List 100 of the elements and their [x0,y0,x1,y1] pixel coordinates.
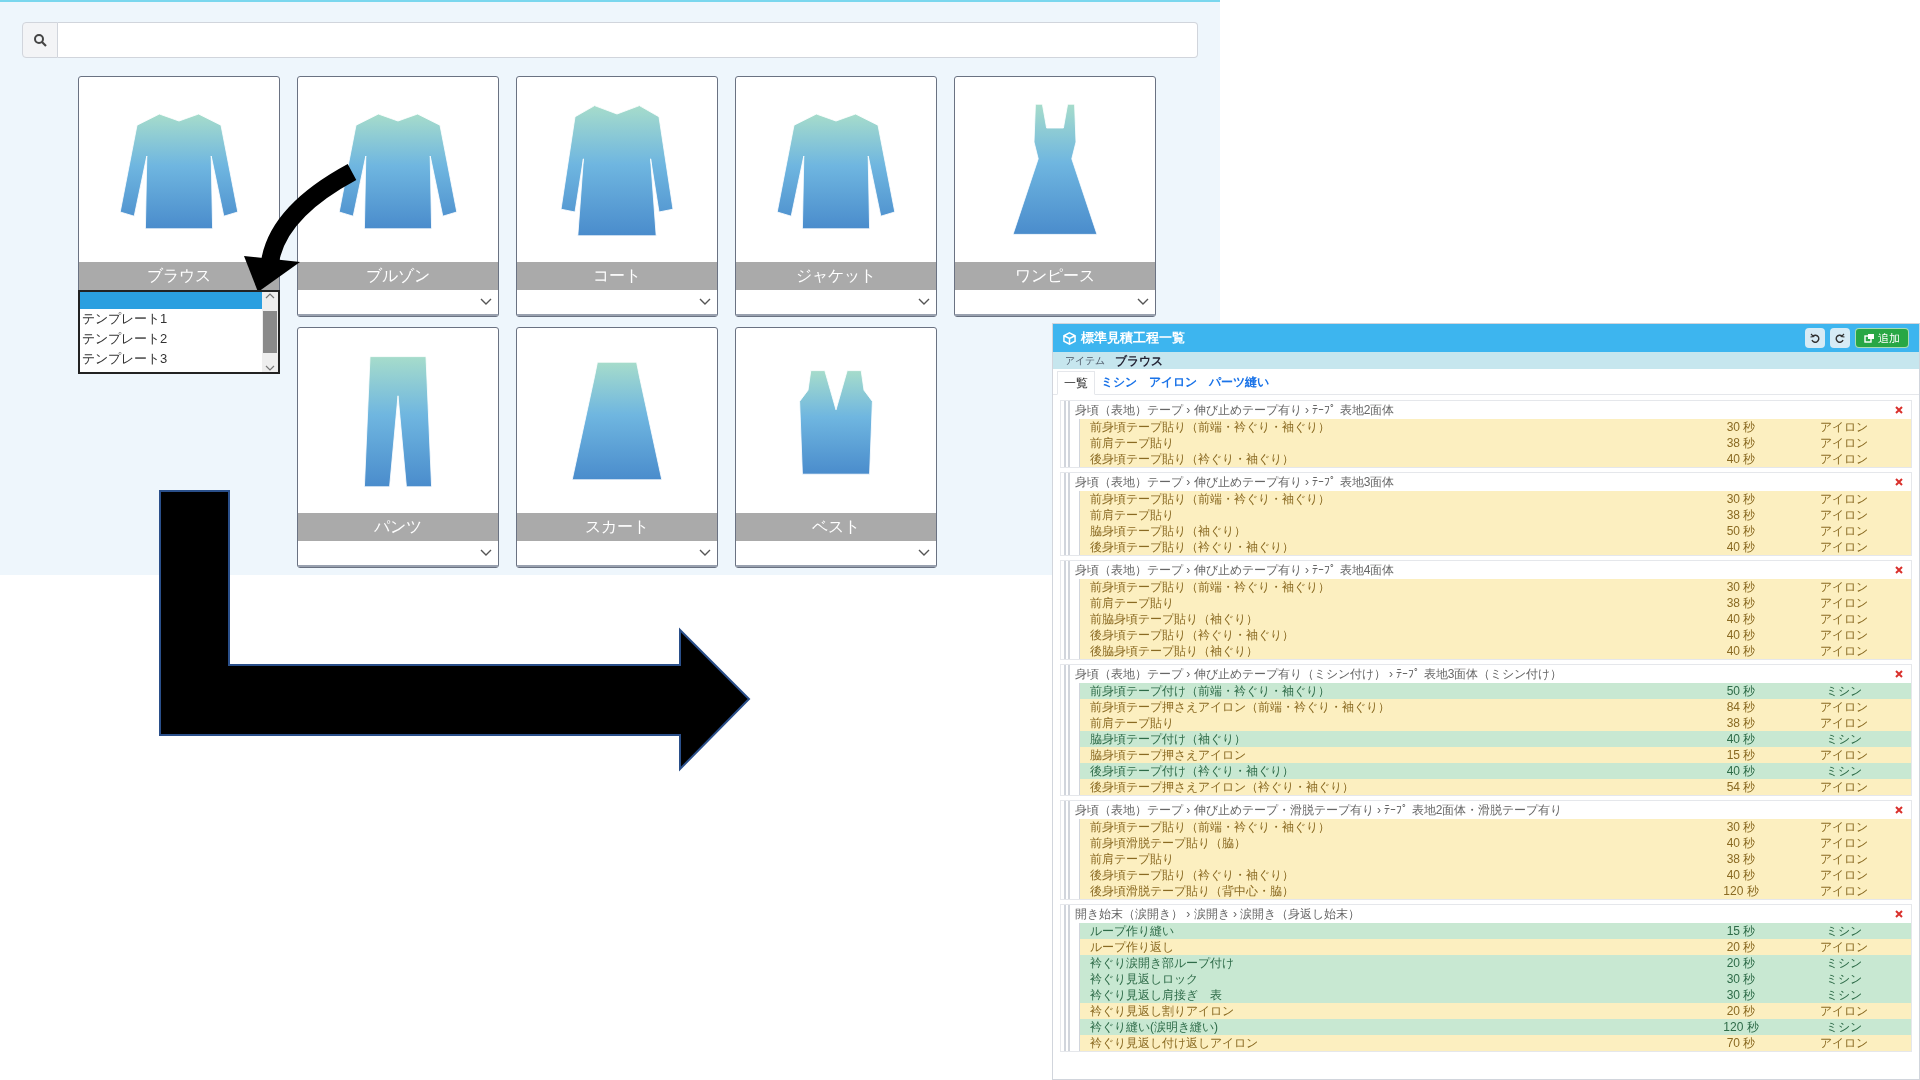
undo-button[interactable] [1805,328,1825,348]
delete-icon[interactable] [1895,478,1903,486]
process-time: 20 秒 [1725,939,1757,955]
process-method: アイロン [1818,715,1869,731]
process-row[interactable]: 後脇身頃テープ貼り（袖ぐり） 40 秒 アイロン [1080,643,1911,659]
group-path: 身頃（表地）テープ › 伸び止めテープ有り › ﾃｰﾌﾟ 表地4面体 [1075,562,1395,579]
delete-icon[interactable] [1895,566,1903,574]
process-method: アイロン [1818,699,1869,715]
process-name: 前身頃テープ貼り（前端・衿ぐり・袖ぐり） [1089,419,1331,435]
process-row[interactable]: 後身頃テープ貼り（衿ぐり・袖ぐり） 40 秒 アイロン [1080,451,1911,467]
group-path: 身頃（表地）テープ › 伸び止めテープ有り › ﾃｰﾌﾟ 表地2面体 [1075,402,1395,419]
group-path: 身頃（表地）テープ › 伸び止めテープ有り（ミシン付け） › ﾃｰﾌﾟ 表地3面体（ミシン付け） [1075,666,1563,683]
delete-icon[interactable] [1895,406,1903,414]
tab[interactable]: パーツ縫い [1203,370,1275,394]
process-row[interactable]: 前肩テープ貼り 38 秒 アイロン [1080,507,1911,523]
process-row[interactable]: 前身頃テープ貼り（前端・衿ぐり・袖ぐり） 30 秒 アイロン [1080,819,1911,835]
process-name: 脇身頃テープ貼り（袖ぐり） [1089,523,1247,539]
process-name: 衿ぐり縫い(涙明き縫い) [1089,1019,1219,1035]
redo-icon [1835,333,1845,343]
process-method: ミシン [1824,1019,1863,1035]
process-time: 40 秒 [1725,867,1757,883]
process-row[interactable]: 衿ぐり見返し付け返しアイロン 70 秒 アイロン [1080,1035,1911,1051]
copy-icon [1864,333,1875,343]
garment-label: ベスト [736,513,936,541]
process-row[interactable]: 脇身頃テープ貼り（袖ぐり） 50 秒 アイロン [1080,523,1911,539]
process-row[interactable]: 衿ぐり涙開き部ループ付け 20 秒 ミシン [1080,955,1911,971]
process-time: 40 秒 [1725,627,1757,643]
process-method: ミシン [1824,683,1863,699]
process-method: アイロン [1818,451,1869,467]
process-time: 54 秒 [1725,779,1757,795]
process-name: 衿ぐり見返し付け返しアイロン [1089,1035,1259,1051]
scrollbar[interactable] [262,292,278,372]
process-row[interactable]: ループ作り返し 20 秒 アイロン [1080,939,1911,955]
process-method: アイロン [1818,595,1869,611]
group-path: 身頃（表地）テープ › 伸び止めテープ・滑脱テープ有り › ﾃｰﾌﾟ 表地2面体・滑脱テープ有り [1075,802,1563,819]
process-method: アイロン [1818,747,1869,763]
process-row[interactable]: 後身頃テープ貼り（衿ぐり・袖ぐり） 40 秒 アイロン [1080,627,1911,643]
process-row[interactable]: 後身頃テープ付け（衿ぐり・袖ぐり） 40 秒 ミシン [1080,763,1911,779]
add-button[interactable]: 追加 [1855,328,1909,348]
process-name: 後身頃テープ押さえアイロン（衿ぐり・袖ぐり） [1089,779,1355,795]
scroll-up-icon [265,292,275,300]
process-row[interactable]: 前身頃テープ貼り（前端・衿ぐり・袖ぐり） 30 秒 アイロン [1080,491,1911,507]
process-name: 前身頃滑脱テープ貼り（脇） [1089,835,1247,851]
tab[interactable]: ミシン [1095,370,1143,394]
template-option[interactable]: テンプレート3 [80,349,262,369]
process-name: 後身頃テープ貼り（衿ぐり・袖ぐり） [1089,539,1295,555]
process-row[interactable]: 衿ぐり見返し割りアイロン 20 秒 アイロン [1080,1003,1911,1019]
process-row[interactable]: 衿ぐり縫い(涙明き縫い) 120 秒 ミシン [1080,1019,1911,1035]
process-row[interactable]: 前身頃テープ貼り（前端・衿ぐり・袖ぐり） 30 秒 アイロン [1080,579,1911,595]
process-time: 120 秒 [1722,1019,1760,1035]
tab[interactable]: 一覧 [1057,371,1095,395]
redo-button[interactable] [1830,328,1850,348]
process-row[interactable]: 前肩テープ貼り 38 秒 アイロン [1080,435,1911,451]
process-row[interactable]: 前肩テープ貼り 38 秒 アイロン [1080,595,1911,611]
chevron-down-icon [918,298,930,306]
process-time: 40 秒 [1725,731,1757,747]
template-dropdown-menu[interactable]: テンプレート1 テンプレート2 テンプレート3 [78,290,280,374]
process-name: 脇身頃テープ付け（袖ぐり） [1089,731,1247,747]
garment-label: ブルゾン [298,262,498,290]
delete-icon[interactable] [1895,670,1903,678]
process-time: 38 秒 [1725,851,1757,867]
process-row[interactable]: 後身頃テープ貼り（衿ぐり・袖ぐり） 40 秒 アイロン [1080,539,1911,555]
chevron-down-icon [1137,298,1149,306]
process-row[interactable]: 前脇身頃テープ貼り（袖ぐり） 40 秒 アイロン [1080,611,1911,627]
delete-icon[interactable] [1895,910,1903,918]
process-row[interactable]: 脇身頃テープ押さえアイロン 15 秒 アイロン [1080,747,1911,763]
process-row[interactable]: 前身頃テープ付け（前端・衿ぐり・袖ぐり） 50 秒 ミシン [1080,683,1911,699]
process-row[interactable]: 後身頃滑脱テープ貼り（背中心・脇） 120 秒 アイロン [1080,883,1911,899]
group-path: 開き始末（涙開き） › 涙開き › 涙開き（身返し始末） [1075,906,1361,923]
search-field[interactable] [58,22,1198,58]
process-name: 衿ぐり涙開き部ループ付け [1089,955,1235,971]
process-row[interactable]: 前身頃テープ貼り（前端・衿ぐり・袖ぐり） 30 秒 アイロン [1080,419,1911,435]
process-row[interactable]: ループ作り縫い 15 秒 ミシン [1080,923,1911,939]
process-row[interactable]: 前肩テープ貼り 38 秒 アイロン [1080,715,1911,731]
garment-label: コート [517,262,717,290]
process-row[interactable]: 衿ぐり見返し肩接ぎ 表 30 秒 ミシン [1080,987,1911,1003]
scroll-thumb[interactable] [263,311,277,353]
process-time: 30 秒 [1725,419,1757,435]
process-method: アイロン [1818,507,1869,523]
process-method: ミシン [1824,987,1863,1003]
process-method: アイロン [1818,1003,1869,1019]
template-option[interactable]: テンプレート2 [80,329,262,349]
process-name: 前身頃テープ押さえアイロン（前端・衿ぐり・袖ぐり） [1089,699,1391,715]
process-row[interactable]: 脇身頃テープ付け（袖ぐり） 40 秒 ミシン [1080,731,1911,747]
search-button[interactable] [22,22,58,58]
delete-icon[interactable] [1895,806,1903,814]
process-name: ループ作り返し [1089,939,1175,955]
process-time: 30 秒 [1725,579,1757,595]
process-row[interactable]: 前身頃テープ押さえアイロン（前端・衿ぐり・袖ぐり） 84 秒 アイロン [1080,699,1911,715]
tab[interactable]: アイロン [1143,370,1203,394]
process-row[interactable]: 前身頃滑脱テープ貼り（脇） 40 秒 アイロン [1080,835,1911,851]
process-row[interactable]: 衿ぐり見返しロック 30 秒 ミシン [1080,971,1911,987]
process-row[interactable]: 後身頃テープ貼り（衿ぐり・袖ぐり） 40 秒 アイロン [1080,867,1911,883]
process-time: 120 秒 [1722,883,1760,899]
process-method: アイロン [1818,419,1869,435]
process-row[interactable]: 前肩テープ貼り 38 秒 アイロン [1080,851,1911,867]
process-time: 40 秒 [1725,611,1757,627]
process-row[interactable]: 後身頃テープ押さえアイロン（衿ぐり・袖ぐり） 54 秒 アイロン [1080,779,1911,795]
item-label: アイテム [1065,354,1105,368]
process-method: ミシン [1824,763,1863,779]
